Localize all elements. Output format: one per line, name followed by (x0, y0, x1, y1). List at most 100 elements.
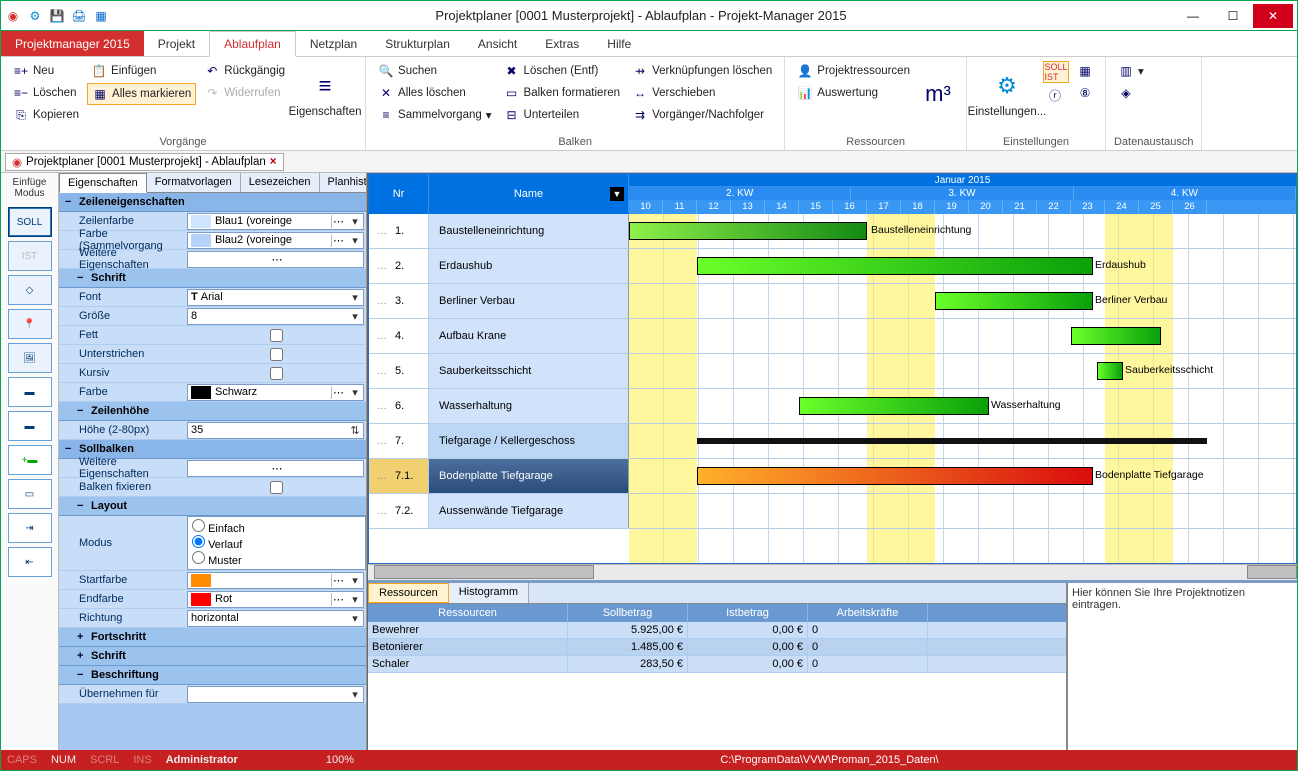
bold-checkbox[interactable] (270, 329, 283, 342)
tab-formatvorlagen[interactable]: Formatvorlagen (147, 173, 241, 192)
height-input[interactable]: 35⇅ (187, 422, 364, 439)
menu-brand[interactable]: Projektmanager 2015 (1, 31, 144, 56)
mode-opt4[interactable]: ▭ (8, 479, 52, 509)
weitere-eig-button[interactable]: ⋯ (187, 251, 364, 268)
paste-button[interactable]: 📋Einfügen (87, 61, 196, 81)
clear-all-button[interactable]: ✕Alles löschen (374, 83, 496, 103)
fix-bar-checkbox[interactable] (270, 481, 283, 494)
qat-calendar-icon[interactable]: ▦ (93, 8, 109, 24)
menu-projekt[interactable]: Projekt (144, 31, 209, 56)
undo-button[interactable]: ↶Rückgängig (200, 61, 289, 81)
gantt-bar[interactable] (935, 292, 1093, 310)
italic-checkbox[interactable] (270, 367, 283, 380)
mode-milestone[interactable]: ◇ (8, 275, 52, 305)
zeilenfarbe-input[interactable]: Blau1 (voreinge▾⋯ (187, 213, 364, 230)
mode-opt2[interactable]: ▬ (8, 411, 52, 441)
startcolor-input[interactable]: ▾⋯ (187, 572, 364, 589)
notes-panel[interactable]: Hier können Sie Ihre Projektnotizen eint… (1067, 583, 1297, 750)
pgroup-fortschritt[interactable]: +Fortschritt (59, 628, 366, 647)
minimize-button[interactable]: — (1173, 4, 1213, 28)
close-icon[interactable]: × (270, 156, 277, 168)
mode-opt5[interactable]: ⇥ (8, 513, 52, 543)
opt-cal-button[interactable]: ▦ (1073, 61, 1097, 81)
mode-marker[interactable]: 📍 (8, 309, 52, 339)
mode-opt6[interactable]: ⇤ (8, 547, 52, 577)
properties-button[interactable]: ≡Eigenschaften (293, 61, 357, 127)
mode-opt3[interactable]: +▬ (8, 445, 52, 475)
move-button[interactable]: ↔Verschieben (628, 83, 776, 103)
col-name[interactable]: Name▼ (429, 174, 629, 214)
col-nr[interactable]: Nr (369, 174, 429, 214)
tab-histogramm[interactable]: Histogramm (449, 583, 529, 603)
search-button[interactable]: 🔍Suchen (374, 61, 496, 81)
delete-entf-button[interactable]: ✖Löschen (Entf) (500, 61, 625, 81)
evaluation-button[interactable]: 📊Auswertung (793, 83, 914, 103)
menu-ansicht[interactable]: Ansicht (464, 31, 531, 56)
gantt-bar[interactable] (799, 397, 989, 415)
resource-row[interactable]: Bewehrer5.925,00 €0,00 €0 (368, 622, 1066, 639)
direction-select[interactable]: horizontal▾ (187, 610, 364, 627)
pgroup-layout[interactable]: −Layout (59, 497, 366, 516)
task-row[interactable]: 7.2.Aussenwände Tiefgarage (369, 494, 629, 529)
opt-r-button[interactable]: ⓡ (1043, 85, 1069, 105)
menu-extras[interactable]: Extras (531, 31, 593, 56)
tab-planhistorie[interactable]: Planhistorie (320, 173, 367, 192)
gantt-bar[interactable] (697, 438, 1207, 444)
import-button[interactable]: ◈ (1114, 83, 1148, 103)
pgroup-schrift2[interactable]: +Schrift (59, 647, 366, 666)
mode-ist[interactable]: IST (8, 241, 52, 271)
gantt-bar[interactable] (1097, 362, 1123, 380)
settings-button[interactable]: ⚙Einstellungen... (975, 61, 1039, 127)
qat-print-icon[interactable]: 🖨 (71, 8, 87, 24)
sollist-toggle[interactable]: SOLLIST (1043, 61, 1069, 83)
split-button[interactable]: ⊟Unterteilen (500, 105, 625, 125)
tab-eigenschaften[interactable]: Eigenschaften (59, 173, 147, 193)
new-button[interactable]: ≡+Neu (9, 61, 83, 81)
task-row[interactable]: 7.Tiefgarage / Kellergeschoss (369, 424, 629, 459)
format-bars-button[interactable]: ▭Balken formatieren (500, 83, 625, 103)
redo-button[interactable]: ↷Widerrufen (200, 83, 289, 103)
timeline-body[interactable]: BaustelleneinrichtungErdaushubBerliner V… (629, 214, 1296, 563)
underline-checkbox[interactable] (270, 348, 283, 361)
pgroup-beschriftung[interactable]: −Beschriftung (59, 666, 366, 685)
summary-task-button[interactable]: ≡Sammelvorgang ▾ (374, 105, 496, 125)
document-tab[interactable]: ◉ Projektplaner [0001 Musterprojekt] - A… (5, 153, 284, 171)
mode-opt1[interactable]: ▬ (8, 377, 52, 407)
size-select[interactable]: 8▾ (187, 308, 364, 325)
qat-save-icon[interactable]: 💾 (49, 8, 65, 24)
task-row[interactable]: 7.1.Bodenplatte Tiefgarage (369, 459, 629, 494)
menu-strukturplan[interactable]: Strukturplan (371, 31, 464, 56)
task-row[interactable]: 2.Erdaushub (369, 249, 629, 284)
filter-icon[interactable]: ▼ (610, 187, 624, 201)
task-row[interactable]: 5.Sauberkeitsschicht (369, 354, 629, 389)
gantt-bar[interactable] (697, 467, 1093, 485)
font-select[interactable]: TArial▾ (187, 289, 364, 306)
task-row[interactable]: 1.Baustelleneinrichtung (369, 214, 629, 249)
pgroup-schrift[interactable]: −Schrift (59, 269, 366, 288)
menu-hilfe[interactable]: Hilfe (593, 31, 645, 56)
resources-button[interactable]: 👤Projektressourcen (793, 61, 914, 81)
modus-radio-group[interactable]: Einfach Verlauf Muster (187, 516, 366, 570)
pgroup-zeileneig[interactable]: −Zeileneigenschaften (59, 193, 366, 212)
gantt-hscroll[interactable] (368, 564, 1297, 580)
task-row[interactable]: 3.Berliner Verbau (369, 284, 629, 319)
menu-netzplan[interactable]: Netzplan (296, 31, 371, 56)
delete-button[interactable]: ≡−Löschen (9, 83, 83, 103)
mode-image[interactable]: 🖼 (8, 343, 52, 373)
task-row[interactable]: 4.Aufbau Krane (369, 319, 629, 354)
task-row[interactable]: 6.Wasserhaltung (369, 389, 629, 424)
resource-row[interactable]: Schaler283,50 €0,00 €0 (368, 656, 1066, 673)
maximize-button[interactable]: ☐ (1213, 4, 1253, 28)
close-button[interactable]: ✕ (1253, 4, 1293, 28)
uebernehmen-select[interactable]: ▾ (187, 686, 364, 703)
weitere-soll-button[interactable]: ⋯ (187, 460, 364, 477)
delete-links-button[interactable]: ⇸Verknüpfungen löschen (628, 61, 776, 81)
textcolor-input[interactable]: Schwarz▾⋯ (187, 384, 364, 401)
pgroup-zeilenhoehe[interactable]: −Zeilenhöhe (59, 402, 366, 421)
gantt-bar[interactable] (697, 257, 1093, 275)
qat-settings-icon[interactable]: ⚙ (27, 8, 43, 24)
endcolor-input[interactable]: Rot▾⋯ (187, 591, 364, 608)
gantt-bar[interactable] (629, 222, 867, 240)
predecessor-button[interactable]: ⇉Vorgänger/Nachfolger (628, 105, 776, 125)
tab-lesezeichen[interactable]: Lesezeichen (241, 173, 320, 192)
